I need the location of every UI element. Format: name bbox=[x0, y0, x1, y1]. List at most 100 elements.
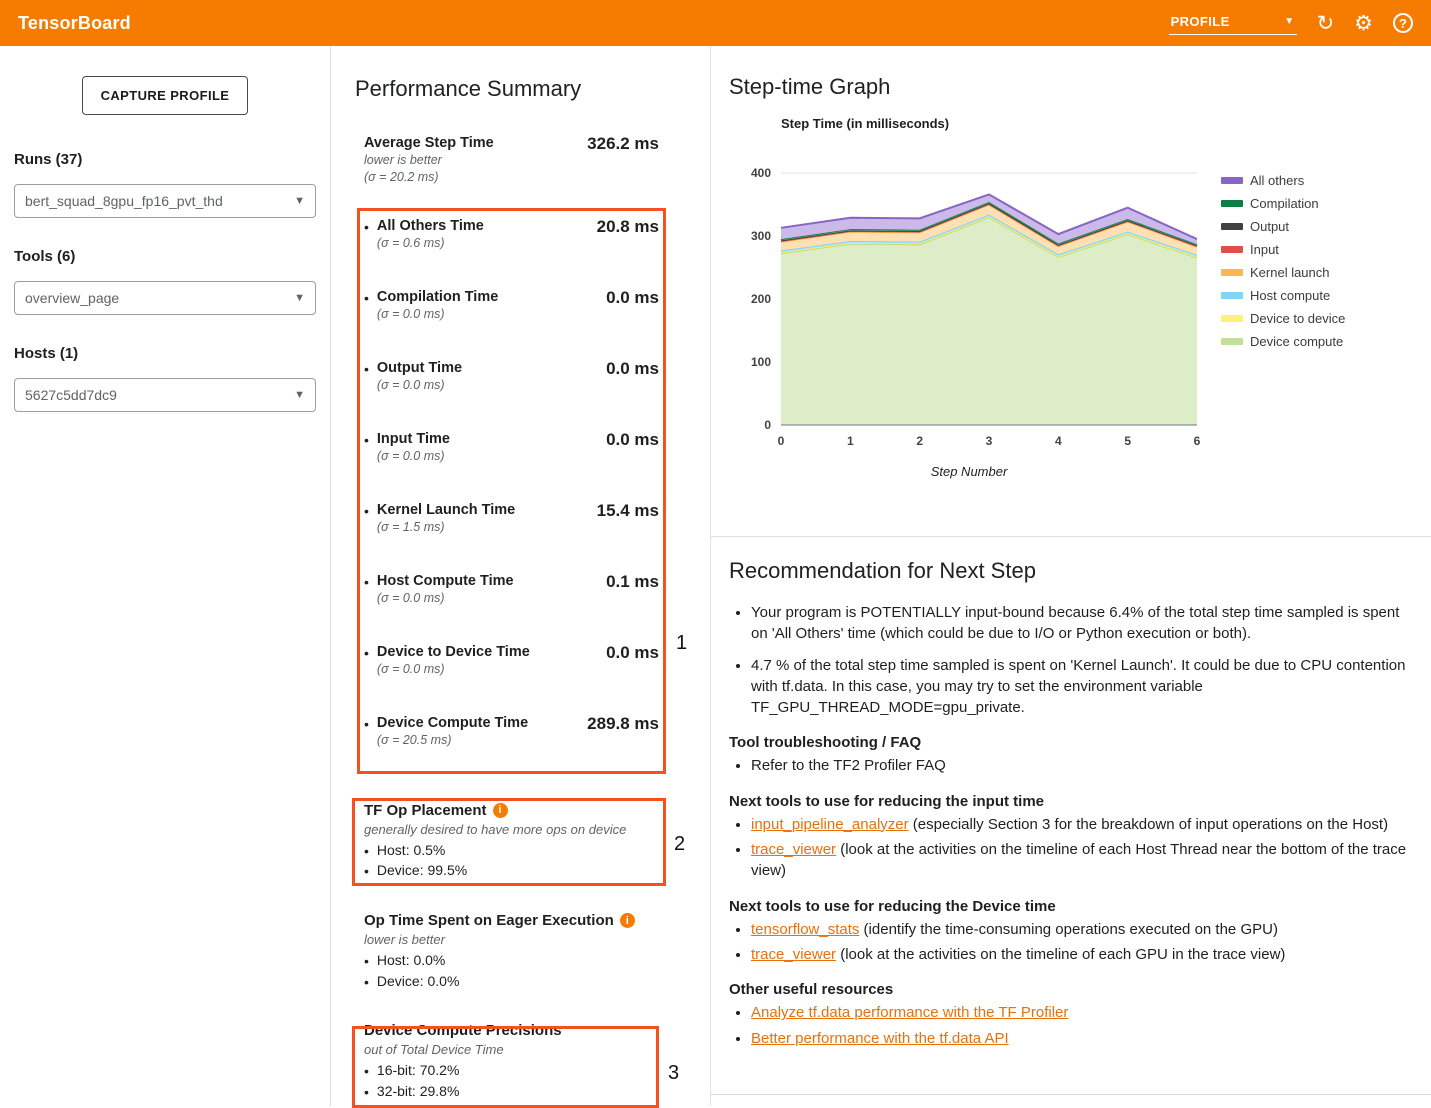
tools-label: Tools (6) bbox=[14, 248, 316, 265]
bullet: • bbox=[364, 645, 369, 678]
list-item: •Device: 0.0% bbox=[364, 972, 687, 993]
chart-title: Step Time (in milliseconds) bbox=[781, 116, 1421, 131]
metric-value: 0.0 ms bbox=[606, 359, 659, 379]
help-icon[interactable]: ? bbox=[1393, 13, 1413, 33]
legend-swatch bbox=[1221, 177, 1243, 184]
rec-heading: Other useful resources bbox=[729, 981, 1415, 998]
average-step-time-row: Average Step Time lower is better (σ = 2… bbox=[355, 134, 687, 186]
metric-label: Device to Device Time bbox=[377, 643, 530, 661]
metric-label: Kernel Launch Time bbox=[377, 501, 515, 519]
chevron-down-icon: ▼ bbox=[294, 195, 305, 207]
refresh-icon[interactable]: ↻ bbox=[1317, 13, 1335, 34]
runs-label: Runs (37) bbox=[14, 151, 316, 168]
list-item: •Host: 0.5% bbox=[364, 841, 687, 862]
device-compute-precisions-title: Device Compute Precisions bbox=[364, 1022, 562, 1039]
bullet: • bbox=[364, 716, 369, 749]
metric-list: • All Others Time (σ = 0.6 ms) 20.8 ms •… bbox=[355, 208, 687, 776]
rec-item: input_pipeline_analyzer (especially Sect… bbox=[751, 814, 1415, 835]
gear-icon[interactable]: ⚙ bbox=[1354, 13, 1373, 34]
svg-text:0: 0 bbox=[764, 418, 771, 432]
step-time-graph-section: Step-time Graph Step Time (in millisecon… bbox=[729, 74, 1421, 479]
info-icon[interactable]: i bbox=[620, 913, 635, 928]
metric-label: Compilation Time bbox=[377, 288, 498, 306]
tools-select-value: overview_page bbox=[25, 290, 119, 306]
app-header: TensorBoard PROFILE ▼ ↻ ⚙ ? bbox=[0, 0, 1431, 46]
metric-row: • Compilation Time (σ = 0.0 ms) 0.0 ms bbox=[355, 279, 687, 350]
tfdata-api-link[interactable]: Better performance with the tf.data API bbox=[751, 1030, 1009, 1047]
chevron-down-icon: ▼ bbox=[1284, 16, 1294, 27]
tfdata-performance-link[interactable]: Analyze tf.data performance with the TF … bbox=[751, 1004, 1068, 1021]
metric-value: 0.0 ms bbox=[606, 430, 659, 450]
tf-op-placement-note: generally desired to have more ops on de… bbox=[364, 822, 687, 837]
trace-viewer-link[interactable]: trace_viewer bbox=[751, 946, 836, 963]
eager-execution-title: Op Time Spent on Eager Execution bbox=[364, 912, 614, 929]
metric-sigma: (σ = 0.0 ms) bbox=[377, 306, 498, 323]
tensorflow-stats-link[interactable]: tensorflow_stats bbox=[751, 921, 859, 938]
recommendation-section: Recommendation for Next Step Your progra… bbox=[729, 558, 1415, 1053]
input-pipeline-analyzer-link[interactable]: input_pipeline_analyzer bbox=[751, 816, 909, 833]
runs-select[interactable]: bert_squad_8gpu_fp16_pvt_thd ▼ bbox=[14, 184, 316, 218]
metric-sigma: (σ = 0.6 ms) bbox=[377, 235, 484, 252]
x-axis-label: Step Number bbox=[729, 464, 1209, 479]
rec-block-resources: Other useful resources Analyze tf.data p… bbox=[729, 981, 1415, 1049]
capture-profile-button[interactable]: CAPTURE PROFILE bbox=[82, 76, 249, 115]
svg-text:2: 2 bbox=[916, 434, 923, 448]
metric-label: Average Step Time bbox=[364, 134, 494, 152]
step-time-graph-title: Step-time Graph bbox=[729, 74, 1421, 100]
list-item: •16-bit: 70.2% bbox=[364, 1061, 687, 1082]
hosts-label: Hosts (1) bbox=[14, 345, 316, 362]
info-icon[interactable]: i bbox=[493, 803, 508, 818]
legend-item: Output bbox=[1221, 219, 1345, 234]
tf-op-placement-title: TF Op Placement bbox=[364, 802, 487, 819]
bullet: • bbox=[364, 574, 369, 607]
metric-row: • Output Time (σ = 0.0 ms) 0.0 ms bbox=[355, 350, 687, 421]
list-item: •Device: 99.5% bbox=[364, 861, 687, 882]
hosts-select[interactable]: 5627c5dd7dc9 ▼ bbox=[14, 378, 316, 412]
legend-label: Output bbox=[1250, 219, 1289, 234]
chart-legend: All othersCompilationOutputInputKernel l… bbox=[1221, 173, 1345, 479]
recommendation-bullet: Your program is POTENTIALLY input-bound … bbox=[751, 602, 1415, 645]
legend-item: Device to device bbox=[1221, 311, 1345, 326]
bullet: • bbox=[364, 219, 369, 252]
trace-viewer-link[interactable]: trace_viewer bbox=[751, 841, 836, 858]
legend-swatch bbox=[1221, 315, 1243, 322]
metric-label: Output Time bbox=[377, 359, 462, 377]
legend-swatch bbox=[1221, 338, 1243, 345]
device-compute-precisions-note: out of Total Device Time bbox=[364, 1042, 687, 1057]
rec-item: Refer to the TF2 Profiler FAQ bbox=[751, 755, 1415, 776]
metric-row: • Host Compute Time (σ = 0.0 ms) 0.1 ms bbox=[355, 563, 687, 634]
legend-label: Compilation bbox=[1250, 196, 1319, 211]
metric-sigma: (σ = 1.5 ms) bbox=[377, 519, 515, 536]
bullet: • bbox=[364, 361, 369, 394]
svg-text:200: 200 bbox=[751, 292, 771, 306]
metric-row: • Device Compute Time (σ = 20.5 ms) 289.… bbox=[355, 705, 687, 776]
section-divider bbox=[711, 536, 1431, 537]
list-item: •Host: 0.0% bbox=[364, 951, 687, 972]
recommendation-bullet: 4.7 % of the total step time sampled is … bbox=[751, 655, 1415, 719]
metric-value: 15.4 ms bbox=[597, 501, 659, 521]
legend-item: All others bbox=[1221, 173, 1345, 188]
legend-swatch bbox=[1221, 246, 1243, 253]
metric-sigma: (σ = 0.0 ms) bbox=[377, 661, 530, 678]
right-panel: Step-time Graph Step Time (in millisecon… bbox=[710, 46, 1431, 1106]
sidebar: CAPTURE PROFILE Runs (37) bert_squad_8gp… bbox=[0, 46, 330, 1106]
hosts-select-value: 5627c5dd7dc9 bbox=[25, 387, 117, 403]
metric-label: Input Time bbox=[377, 430, 450, 448]
metric-sigma: (σ = 0.0 ms) bbox=[377, 377, 462, 394]
step-time-chart: 01002003004000123456 bbox=[729, 159, 1209, 455]
metric-label: Device Compute Time bbox=[377, 714, 528, 732]
tools-select[interactable]: overview_page ▼ bbox=[14, 281, 316, 315]
legend-label: Device compute bbox=[1250, 334, 1343, 349]
metric-row: • Kernel Launch Time (σ = 1.5 ms) 15.4 m… bbox=[355, 492, 687, 563]
legend-item: Device compute bbox=[1221, 334, 1345, 349]
performance-summary-title: Performance Summary bbox=[355, 76, 687, 102]
metric-sigma: (σ = 0.0 ms) bbox=[377, 448, 450, 465]
list-item: •32-bit: 29.8% bbox=[364, 1082, 687, 1103]
legend-swatch bbox=[1221, 223, 1243, 230]
metric-value: 0.0 ms bbox=[606, 288, 659, 308]
dashboard-select[interactable]: PROFILE ▼ bbox=[1169, 12, 1297, 35]
svg-text:100: 100 bbox=[751, 355, 771, 369]
metric-sigma: (σ = 0.0 ms) bbox=[377, 590, 514, 607]
bullet: • bbox=[364, 290, 369, 323]
rec-item: Better performance with the tf.data API bbox=[751, 1028, 1415, 1049]
